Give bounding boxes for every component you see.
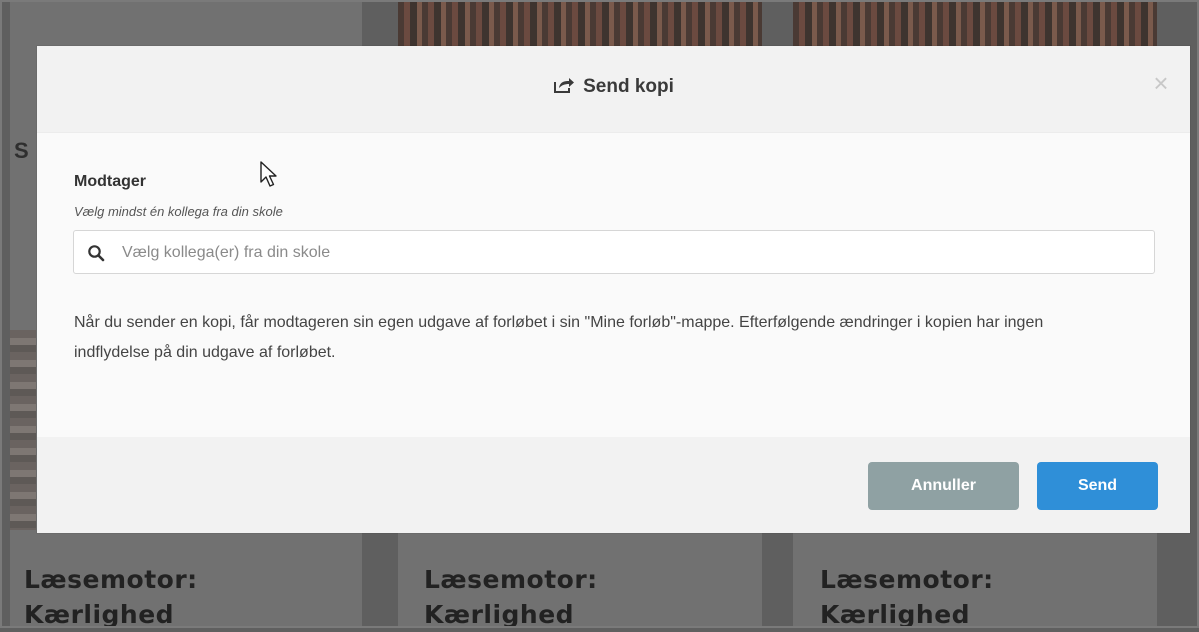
background-card-heading-fragment: S bbox=[14, 138, 29, 163]
dialog-title: Send kopi bbox=[37, 76, 1190, 98]
send-button[interactable]: Send bbox=[1037, 462, 1158, 510]
background-card-image bbox=[793, 0, 1157, 46]
close-icon[interactable]: × bbox=[1150, 70, 1172, 96]
background-card-title-line: Kærlighed bbox=[424, 600, 575, 629]
background-card-title: Læsemotor: Kærlighed bbox=[24, 562, 198, 632]
dialog-header: Send kopi × bbox=[37, 46, 1190, 133]
dialog-footer: Annuller Send bbox=[37, 437, 1190, 533]
cancel-button[interactable]: Annuller bbox=[868, 462, 1019, 510]
background-card-title-line: Læsemotor: bbox=[424, 565, 598, 594]
mouse-cursor-icon bbox=[260, 161, 277, 187]
share-icon bbox=[554, 78, 575, 93]
send-copy-dialog: Send kopi × Modtager Vælg mindst én koll… bbox=[37, 46, 1190, 533]
background-card-title-line: Kærlighed bbox=[24, 600, 175, 629]
search-icon bbox=[88, 245, 105, 262]
dialog-title-text: Send kopi bbox=[583, 76, 674, 97]
background-card-title-line: Kærlighed bbox=[820, 600, 971, 629]
background-card-title-line: Læsemotor: bbox=[24, 565, 198, 594]
recipient-hint: Vælg mindst én kollega fra din skole bbox=[74, 204, 283, 219]
background-card-title: Læsemotor: Kærlighed bbox=[820, 562, 994, 632]
colleague-search-field[interactable] bbox=[73, 230, 1155, 275]
info-text: Når du sender en kopi, får modtageren si… bbox=[74, 314, 1044, 361]
colleague-search-input[interactable] bbox=[120, 231, 1124, 275]
background-card-title: Læsemotor: Kærlighed bbox=[424, 562, 598, 632]
background-card-image bbox=[398, 0, 762, 46]
background-card-image bbox=[10, 330, 36, 530]
background-card-title-line: Læsemotor: bbox=[820, 565, 994, 594]
recipient-label: Modtager bbox=[74, 173, 146, 190]
